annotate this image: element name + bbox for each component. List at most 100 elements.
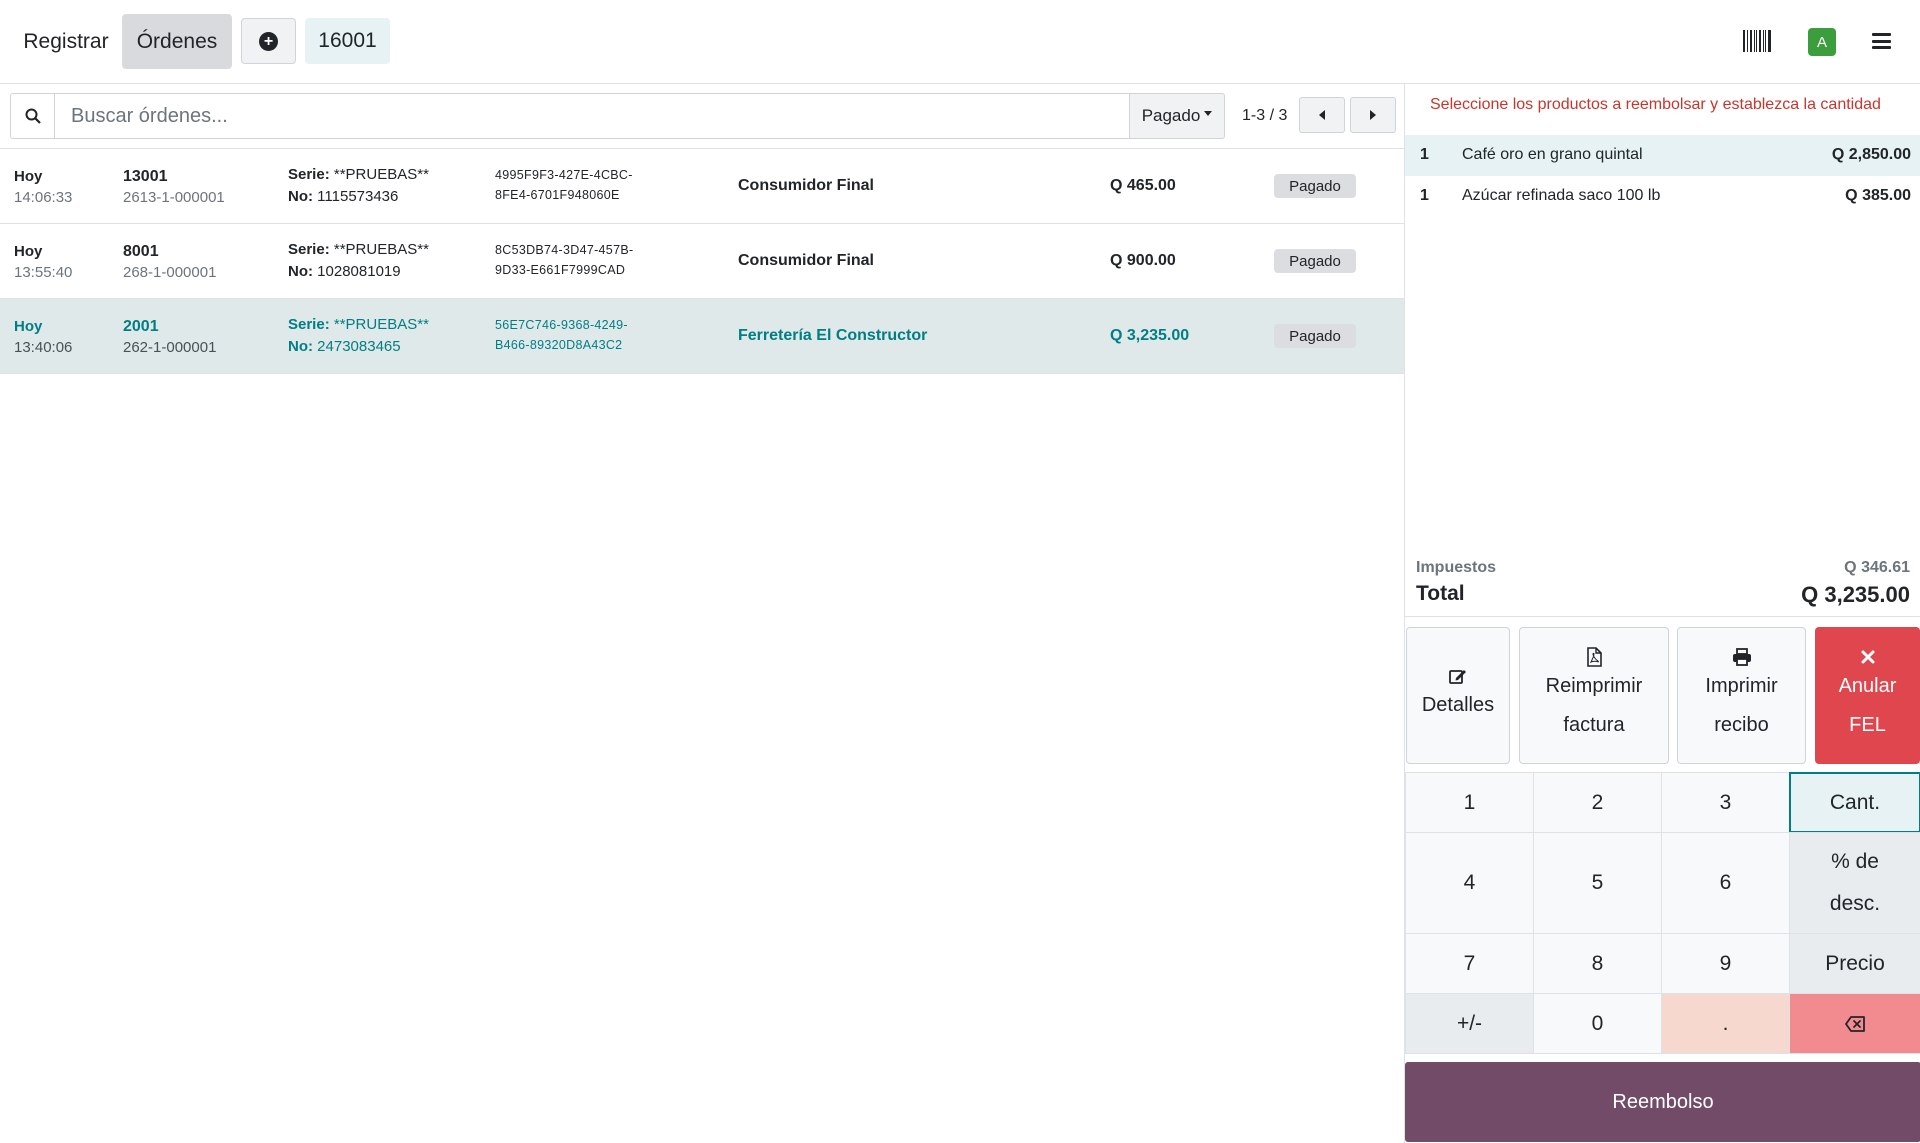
- status-filter-dropdown[interactable]: Pagado: [1129, 93, 1225, 139]
- receipt-number: 268-1-000001: [123, 264, 217, 281]
- fel-uuid-line-1: 8C53DB74-3D47-457B-: [495, 243, 634, 257]
- numpad-sign-toggle[interactable]: +/-: [1405, 993, 1534, 1054]
- new-order-button[interactable]: +: [241, 18, 296, 64]
- tax-label: Impuestos: [1416, 559, 1497, 576]
- order-row-selected[interactable]: Hoy 13:40:06 2001 262-1-000001 Serie: **…: [0, 299, 1404, 374]
- total-label: Total: [1416, 582, 1465, 605]
- fel-uuid-line-2: 9D33-E661F7999CAD: [495, 263, 626, 277]
- backspace-icon: [1845, 1015, 1865, 1032]
- numpad-key-2[interactable]: 2: [1533, 772, 1662, 833]
- void-label-line-2: FEL: [1849, 713, 1886, 736]
- fel-serie: Serie: **PRUEBAS**: [288, 241, 429, 258]
- receipt-number: 2613-1-000001: [123, 189, 225, 206]
- fel-serie: Serie: **PRUEBAS**: [288, 316, 429, 333]
- fel-uuid-line-2: B466-89320D8A43C2: [495, 338, 623, 352]
- numpad-key-6[interactable]: 6: [1661, 832, 1790, 934]
- print-receipt-button[interactable]: Imprimir recibo: [1677, 627, 1806, 764]
- line-product-name: Azúcar refinada saco 100 lb: [1462, 187, 1661, 204]
- order-date: Hoy: [14, 318, 43, 335]
- order-reference: 8001: [123, 243, 159, 260]
- print-label-line-2: recibo: [1714, 713, 1769, 736]
- caret-left-icon: [1319, 110, 1325, 120]
- order-row[interactable]: Hoy 13:55:40 8001 268-1-000001 Serie: **…: [0, 224, 1404, 299]
- avatar[interactable]: A: [1808, 28, 1836, 56]
- numpad-key-5[interactable]: 5: [1533, 832, 1662, 934]
- customer-name: Ferretería El Constructor: [738, 327, 928, 344]
- discount-label-line-2: desc.: [1829, 892, 1881, 915]
- fel-uuid-line-1: 56E7C746-9368-4249-: [495, 318, 628, 332]
- fel-serie: Serie: **PRUEBAS**: [288, 166, 429, 183]
- register-tab[interactable]: Registrar: [12, 14, 120, 69]
- line-quantity: 1: [1420, 187, 1429, 204]
- current-order-tab[interactable]: 16001: [305, 18, 390, 64]
- hamburger-menu-icon[interactable]: [1872, 33, 1891, 49]
- orders-tab[interactable]: Órdenes: [122, 14, 232, 69]
- orders-list: Hoy 14:06:33 13001 2613-1-000001 Serie: …: [0, 148, 1404, 374]
- pager-range: 1-3 / 3: [1242, 107, 1288, 124]
- refund-button[interactable]: Reembolso: [1405, 1062, 1920, 1142]
- numpad-key-9[interactable]: 9: [1661, 933, 1790, 994]
- line-product-name: Café oro en grano quintal: [1462, 146, 1643, 163]
- order-line-selected[interactable]: 1 Café oro en grano quintal Q 2,850.00: [1405, 135, 1920, 176]
- numpad-key-0[interactable]: 0: [1533, 993, 1662, 1054]
- printer-icon: [1732, 647, 1751, 666]
- backspace-button[interactable]: [1789, 993, 1920, 1054]
- order-detail-panel: Seleccione los productos a reembolsar y …: [1404, 84, 1920, 1143]
- plus-circle-icon: +: [259, 31, 278, 51]
- edit-icon: [1449, 670, 1466, 684]
- order-total: Q 3,235.00: [1110, 327, 1190, 344]
- next-page-button[interactable]: [1350, 97, 1396, 133]
- numpad-key-7[interactable]: 7: [1405, 933, 1534, 994]
- reprint-label-line-2: factura: [1563, 713, 1625, 736]
- order-total: Q 465.00: [1110, 177, 1176, 194]
- tax-value: Q 346.61: [1844, 559, 1910, 576]
- close-icon: [1861, 650, 1874, 663]
- fel-number: No: 1028081019: [288, 263, 401, 280]
- quantity-mode-button[interactable]: Cant.: [1789, 772, 1920, 833]
- order-reference: 13001: [123, 168, 168, 185]
- order-time: 13:40:06: [14, 339, 73, 356]
- void-fel-button[interactable]: Anular FEL: [1815, 627, 1920, 764]
- print-label-line-1: Imprimir: [1705, 674, 1778, 697]
- previous-page-button[interactable]: [1299, 97, 1345, 133]
- order-total: Q 900.00: [1110, 252, 1176, 269]
- numpad-key-1[interactable]: 1: [1405, 772, 1534, 833]
- search-bar: Pagado: [10, 93, 1225, 139]
- caret-right-icon: [1370, 110, 1376, 120]
- order-time: 13:55:40: [14, 264, 73, 281]
- reprint-invoice-button[interactable]: Reimprimir factura: [1519, 627, 1669, 764]
- order-reference: 2001: [123, 318, 159, 335]
- search-icon: [11, 94, 55, 138]
- order-row[interactable]: Hoy 14:06:33 13001 2613-1-000001 Serie: …: [0, 149, 1404, 224]
- numpad-decimal-key[interactable]: .: [1661, 993, 1790, 1054]
- refund-instructions: Seleccione los productos a reembolsar y …: [1430, 96, 1881, 113]
- discount-mode-button[interactable]: % de desc.: [1789, 832, 1920, 934]
- line-price: Q 2,850.00: [1831, 146, 1911, 163]
- orders-panel: Pagado 1-3 / 3 Hoy 14:06:33 13001 2613-1…: [0, 84, 1404, 1143]
- fel-uuid-line-1: 4995F9F3-427E-4CBC-: [495, 168, 633, 182]
- numpad-key-8[interactable]: 8: [1533, 933, 1662, 994]
- search-input[interactable]: [59, 94, 1139, 138]
- numpad-key-4[interactable]: 4: [1405, 832, 1534, 934]
- details-button[interactable]: Detalles: [1406, 627, 1510, 764]
- customer-name: Consumidor Final: [738, 252, 874, 269]
- line-price: Q 385.00: [1845, 187, 1911, 204]
- order-line[interactable]: 1 Azúcar refinada saco 100 lb Q 385.00: [1405, 176, 1920, 217]
- discount-label-line-1: % de: [1831, 850, 1879, 873]
- order-date: Hoy: [14, 243, 43, 260]
- price-mode-button[interactable]: Precio: [1789, 933, 1920, 994]
- order-lines: 1 Café oro en grano quintal Q 2,850.00 1…: [1405, 135, 1920, 217]
- numpad-key-3[interactable]: 3: [1661, 772, 1790, 833]
- total-value: Q 3,235.00: [1801, 582, 1910, 607]
- barcode-icon[interactable]: [1743, 30, 1771, 52]
- order-time: 14:06:33: [14, 189, 73, 206]
- order-date: Hoy: [14, 168, 43, 185]
- status-badge: Pagado: [1274, 249, 1356, 273]
- details-label: Detalles: [1421, 694, 1495, 716]
- fel-number: No: 1115573436: [288, 188, 399, 205]
- customer-name: Consumidor Final: [738, 177, 874, 194]
- line-quantity: 1: [1420, 146, 1429, 163]
- status-badge: Pagado: [1274, 324, 1356, 348]
- status-filter-label: Pagado: [1141, 106, 1201, 125]
- fel-uuid-line-2: 8FE4-6701F948060E: [495, 188, 620, 202]
